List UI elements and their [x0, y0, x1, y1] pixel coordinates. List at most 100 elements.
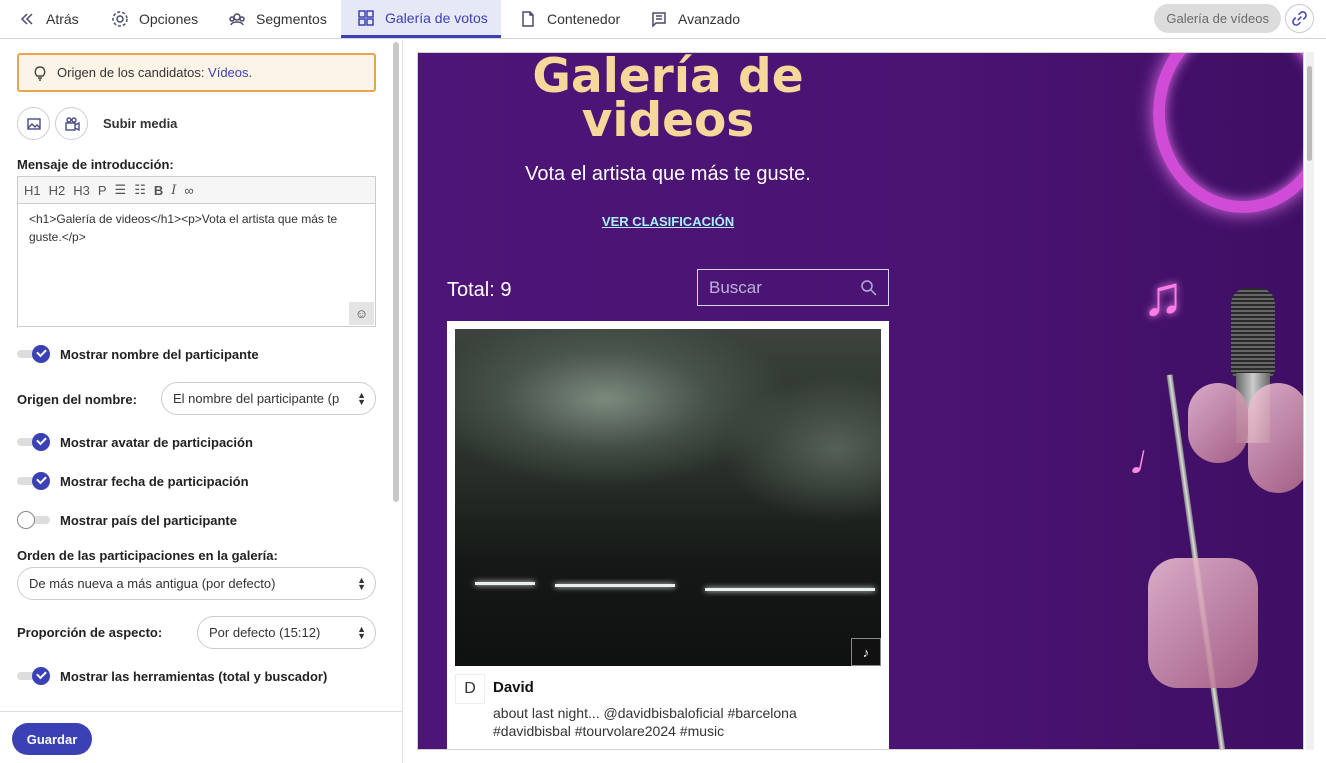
paragraph-button[interactable]: P	[98, 183, 107, 198]
tab-segments[interactable]: Segmentos	[228, 0, 327, 38]
show-name-label: Mostrar nombre del participante	[60, 346, 259, 362]
aspect-ratio-select[interactable]: Por defecto (15:12) ▲ ▼	[197, 616, 376, 649]
back-label: Atrás	[46, 11, 79, 27]
ranking-link[interactable]: VER CLASIFICACIÓN	[578, 214, 758, 229]
h2-button[interactable]: H2	[49, 183, 66, 198]
top-navigation: Atrás Opciones Segmentos Galería de voto…	[0, 0, 1326, 39]
back-tab[interactable]: Atrás	[18, 0, 79, 38]
panel-divider	[402, 40, 403, 763]
preview-scrollbar[interactable]	[1306, 52, 1314, 750]
notice-prefix: Origen de los candidatos:	[57, 65, 209, 80]
order-select[interactable]: De más nueva a más antigua (por defecto)…	[17, 567, 376, 600]
tab-container-label: Contenedor	[547, 11, 621, 27]
show-tools-toggle-row: Mostrar las herramientas (total y buscad…	[17, 667, 327, 685]
advanced-doc-icon	[652, 12, 666, 28]
intro-message-label: Mensaje de introducción:	[17, 157, 174, 172]
select-caret-icon: ▲ ▼	[357, 575, 366, 592]
italic-icon[interactable]: I	[171, 183, 176, 198]
check-icon	[32, 433, 50, 451]
bold-icon[interactable]: B	[154, 183, 163, 198]
image-upload-button[interactable]	[17, 107, 50, 140]
video-upload-button[interactable]	[55, 107, 88, 140]
name-origin-select[interactable]: El nombre del participante (p ▲ ▼	[161, 382, 376, 415]
numbered-list-icon[interactable]: ☷	[134, 182, 146, 198]
tab-gallery[interactable]: Galería de votos	[341, 0, 501, 38]
tab-advanced[interactable]: Avanzado	[650, 0, 740, 38]
preview-title: Galería de videos	[532, 52, 804, 148]
select-caret-icon: ▲ ▼	[357, 390, 366, 407]
check-icon	[32, 345, 50, 363]
document-icon	[522, 11, 534, 27]
show-tools-label: Mostrar las herramientas (total y buscad…	[60, 668, 328, 684]
media-upload-row: Subir media	[17, 107, 177, 140]
music-note-icon: ♫	[1142, 264, 1184, 327]
show-avatar-toggle-row: Mostrar avatar de participación	[17, 433, 253, 451]
total-count: Total: 9	[447, 279, 512, 301]
aspect-ratio-value: Por defecto (15:12)	[209, 625, 321, 640]
show-tools-toggle[interactable]	[17, 667, 50, 685]
gallery-preview: ♫ ♩ Galería de videos Vota el artista qu…	[417, 52, 1304, 750]
show-avatar-label: Mostrar avatar de participación	[60, 434, 253, 450]
double-chevron-left-icon	[20, 13, 33, 25]
tab-options[interactable]: Opciones	[111, 0, 198, 38]
show-date-toggle[interactable]	[17, 472, 50, 490]
name-origin-label: Origen del nombre:	[17, 392, 137, 407]
hand-image	[1188, 383, 1248, 463]
settings-scrollbar[interactable]	[393, 42, 399, 502]
neon-ring-decoration	[1153, 53, 1303, 213]
search-placeholder: Buscar	[709, 277, 762, 297]
hand-image	[1148, 558, 1258, 688]
upload-media-label: Subir media	[103, 116, 178, 131]
intro-message-text[interactable]: <h1>Galería de videos</h1><p>Vota el art…	[18, 204, 375, 252]
video-thumbnail[interactable]: ♪	[455, 329, 881, 666]
preview-subtitle: Vota el artista que más te guste.	[525, 163, 811, 185]
link-icon	[1292, 11, 1307, 26]
participant-name: David	[493, 679, 534, 696]
show-country-label: Mostrar país del participante	[60, 512, 237, 528]
bottom-bar: Guardar	[0, 711, 402, 763]
show-date-label: Mostrar fecha de participación	[60, 473, 249, 489]
save-button[interactable]: Guardar	[12, 723, 92, 755]
h1-button[interactable]: H1	[24, 183, 41, 198]
share-link-button[interactable]	[1285, 4, 1314, 33]
tab-segments-label: Segmentos	[256, 11, 327, 27]
lightbulb-icon	[34, 65, 46, 81]
check-icon	[32, 667, 50, 685]
bullet-list-icon[interactable]: ☰	[115, 182, 127, 198]
participant-description: about last night... @davidbisbaloficial …	[493, 705, 797, 739]
show-date-toggle-row: Mostrar fecha de participación	[17, 472, 249, 490]
candidates-origin-notice: Origen de los candidatos: Vídeos.	[17, 53, 376, 92]
avatar: D	[455, 674, 485, 704]
show-avatar-toggle[interactable]	[17, 433, 50, 451]
check-icon	[32, 472, 50, 490]
tab-gallery-label: Galería de votos	[385, 9, 488, 26]
tab-advanced-label: Avanzado	[678, 11, 741, 27]
participation-card[interactable]: ♪ D David about last night... @davidbisb…	[447, 321, 889, 749]
name-origin-value: El nombre del participante (p	[173, 391, 340, 406]
aspect-ratio-label: Proporción de aspecto:	[17, 625, 163, 640]
editor-toolbar: H1 H2 H3 P ☰ ☷ B I ∞	[18, 177, 375, 204]
order-label: Orden de las participaciones en la galer…	[17, 548, 278, 563]
hand-image	[1248, 383, 1303, 493]
music-note-icon: ♩	[1125, 433, 1179, 492]
video-camera-icon	[64, 116, 80, 131]
search-icon	[861, 280, 877, 296]
settings-panel: Origen de los candidatos: Vídeos. Subir …	[4, 40, 402, 711]
gallery-title-pill[interactable]: Galería de vídeos	[1154, 4, 1281, 33]
show-country-toggle-row: Mostrar país del participante	[17, 511, 237, 529]
link-icon[interactable]: ∞	[184, 183, 193, 198]
search-input[interactable]: Buscar	[697, 269, 889, 306]
tiktok-icon: ♪	[851, 638, 881, 666]
notice-suffix: .	[248, 65, 253, 80]
microphone-icon	[1231, 288, 1275, 378]
h3-button[interactable]: H3	[73, 183, 90, 198]
users-group-icon	[229, 13, 245, 26]
show-name-toggle[interactable]	[17, 345, 50, 363]
gear-icon	[112, 11, 128, 27]
tab-container[interactable]: Contenedor	[519, 0, 620, 38]
emoji-icon[interactable]: ☺	[349, 302, 374, 325]
intro-message-editor[interactable]: H1 H2 H3 P ☰ ☷ B I ∞ <h1>Galería de vide…	[17, 176, 376, 327]
show-country-toggle[interactable]	[17, 511, 50, 529]
select-caret-icon: ▲ ▼	[357, 624, 366, 641]
show-name-toggle-row: Mostrar nombre del participante	[17, 345, 259, 363]
